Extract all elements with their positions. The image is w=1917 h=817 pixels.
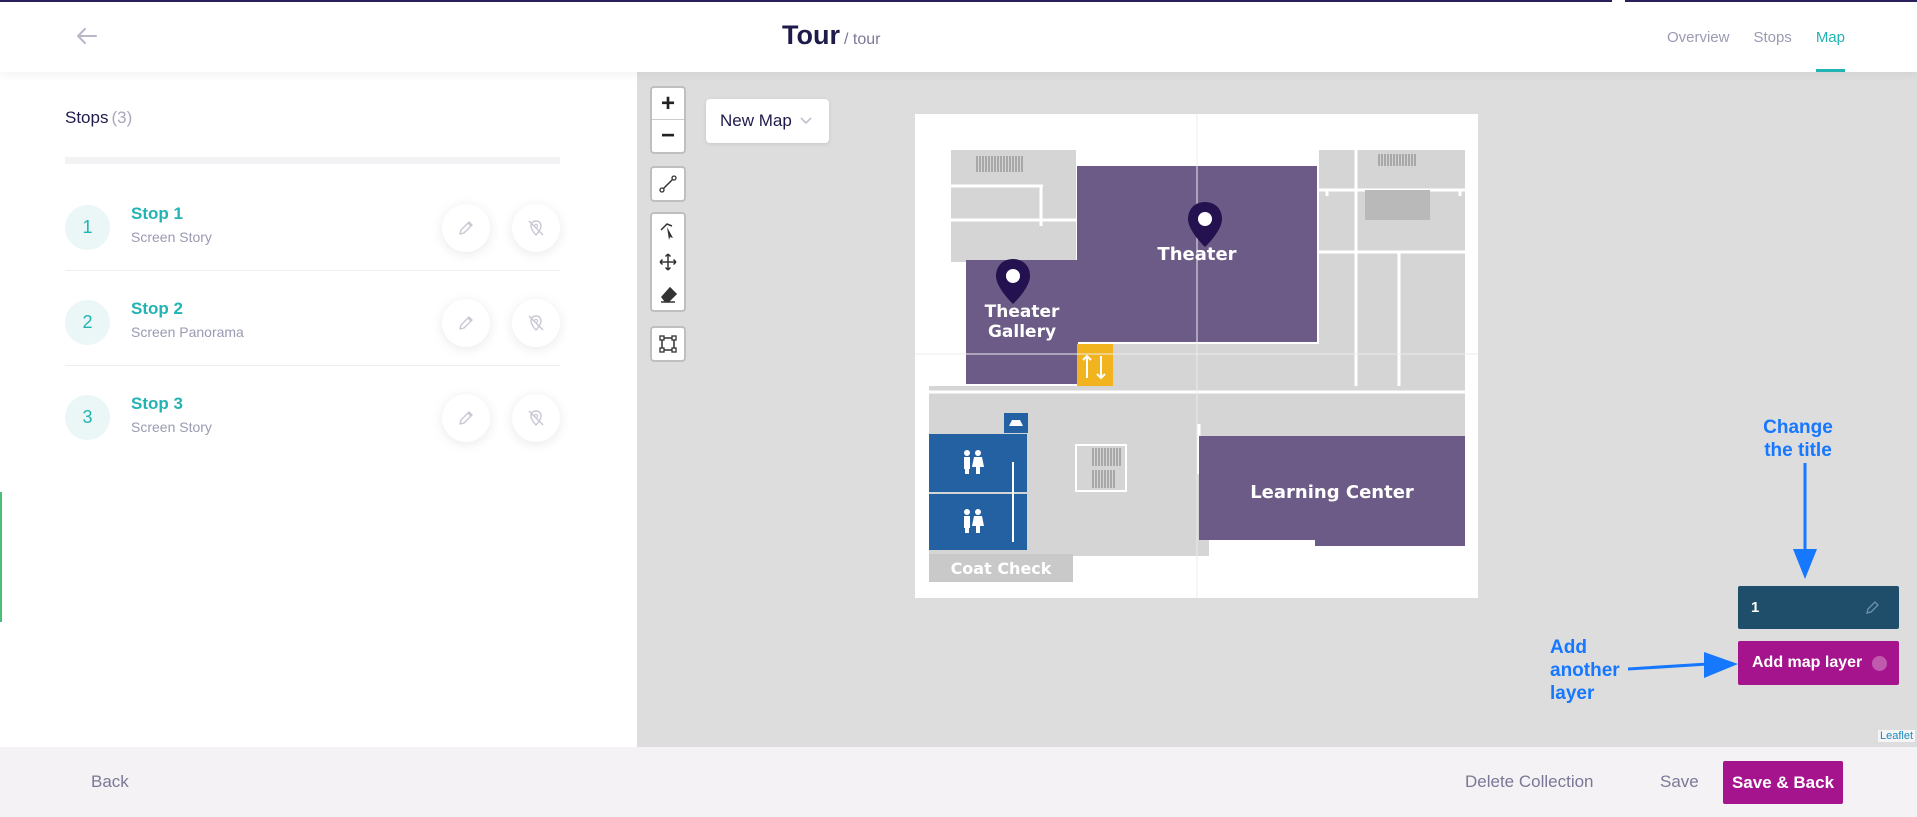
- pencil-icon: [459, 316, 473, 330]
- edit-stop-button[interactable]: [442, 204, 490, 252]
- stop-type: Screen Story: [131, 419, 212, 435]
- annotation-add-layer: Add another layer: [1550, 636, 1624, 705]
- map-layer-item[interactable]: 1: [1738, 586, 1899, 629]
- tab-overview[interactable]: Overview: [1667, 0, 1730, 72]
- annotation-text: another: [1550, 660, 1620, 681]
- room-gallery-line1: Theater: [985, 302, 1060, 322]
- tab-map[interactable]: Map: [1815, 0, 1846, 72]
- floor-plan: Theater Theater Gallery Learning Center …: [915, 114, 1478, 598]
- plus-icon: [1872, 656, 1887, 671]
- bounding-box-icon: [659, 335, 677, 353]
- annotation-text: layer: [1550, 683, 1595, 704]
- stops-count: (3): [111, 108, 133, 127]
- back-arrow-icon[interactable]: [74, 24, 100, 48]
- chevron-down-icon: [800, 117, 812, 125]
- erase-button[interactable]: [652, 278, 684, 310]
- stop-row[interactable]: 3 Stop 3 Screen Story: [65, 366, 560, 461]
- stops-heading: Stops (3): [65, 108, 132, 128]
- stop-number: 1: [65, 205, 110, 250]
- location-off-icon: [528, 220, 544, 236]
- room-gallery-line2: Gallery: [988, 322, 1056, 342]
- annotation-text: the title: [1764, 440, 1832, 461]
- tab-stops[interactable]: Stops: [1753, 0, 1791, 72]
- leaflet-attribution[interactable]: Leaflet: [1877, 730, 1915, 742]
- stops-title: Stops: [65, 108, 109, 127]
- edit-vertices-button[interactable]: [652, 214, 684, 246]
- zoom-in-button[interactable]: +: [652, 88, 684, 120]
- top-border: [0, 0, 1612, 2]
- stops-sidebar: Stops (3) 1 Stop 1 Screen Story 2 Stop 2 …: [0, 72, 637, 747]
- zoom-out-button[interactable]: −: [652, 120, 684, 152]
- stop-type: Screen Panorama: [131, 324, 244, 340]
- stop-row[interactable]: 1 Stop 1 Screen Story: [65, 176, 560, 271]
- left-edge-accent: [0, 492, 2, 622]
- pencil-icon: [459, 221, 473, 235]
- page-subtitle: / tour: [843, 31, 881, 48]
- stop-name[interactable]: Stop 3: [131, 394, 183, 414]
- delete-collection-button[interactable]: Delete Collection: [1465, 772, 1594, 792]
- draw-tool-group: [650, 166, 686, 202]
- stop-number: 3: [65, 395, 110, 440]
- add-map-layer-button[interactable]: Add map layer: [1738, 641, 1899, 685]
- polyline-icon: [659, 175, 677, 193]
- map-layer-name: 1: [1751, 599, 1760, 616]
- edit-stop-button[interactable]: [442, 299, 490, 347]
- annotation-text: Change: [1763, 417, 1833, 438]
- draw-line-button[interactable]: [652, 168, 684, 200]
- stop-row[interactable]: 2 Stop 2 Screen Panorama: [65, 271, 560, 366]
- annotation-change-title: Change the title: [1740, 416, 1856, 462]
- save-and-back-button[interactable]: Save & Back: [1723, 761, 1843, 804]
- top-nav: Overview Stops Map: [1667, 0, 1846, 72]
- stop-number: 2: [65, 300, 110, 345]
- hide-stop-button[interactable]: [512, 204, 560, 252]
- edit-vertices-icon: [660, 223, 673, 240]
- footer-bar: Back Delete Collection Save Save & Back: [0, 747, 1917, 817]
- page-title: Tour: [782, 20, 840, 50]
- pencil-icon[interactable]: [1865, 599, 1881, 615]
- move-icon: [659, 253, 677, 271]
- back-button[interactable]: Back: [91, 772, 129, 792]
- room-coat-check: Coat Check: [951, 559, 1052, 578]
- hide-stop-button[interactable]: [512, 299, 560, 347]
- room-learning-center: Learning Center: [1250, 482, 1414, 503]
- save-button[interactable]: Save: [1660, 772, 1699, 792]
- hide-stop-button[interactable]: [512, 394, 560, 442]
- map-select-value: New Map: [720, 111, 792, 130]
- zoom-control: + −: [650, 86, 686, 154]
- transform-button[interactable]: [652, 328, 684, 360]
- add-map-layer-label: Add map layer: [1752, 654, 1863, 671]
- page-title-group: Tour / tour: [782, 20, 880, 51]
- stop-type: Screen Story: [131, 229, 212, 245]
- room-theater: Theater: [1157, 244, 1236, 265]
- map-canvas[interactable]: + − New Map Theater Theater Gallery Lear…: [637, 72, 1917, 747]
- annotation-text: Add: [1550, 637, 1587, 658]
- map-select-dropdown[interactable]: New Map: [706, 99, 829, 143]
- pencil-icon: [459, 411, 473, 425]
- edit-tool-group: [650, 212, 686, 312]
- move-button[interactable]: [652, 246, 684, 278]
- edit-stop-button[interactable]: [442, 394, 490, 442]
- app-header: Tour / tour Overview Stops Map: [0, 0, 1917, 72]
- stop-name[interactable]: Stop 2: [131, 299, 183, 319]
- stop-name[interactable]: Stop 1: [131, 204, 183, 224]
- stops-divider: [65, 157, 560, 164]
- location-off-icon: [528, 410, 544, 426]
- annotation-arrow-down-icon: [1793, 463, 1817, 579]
- annotation-arrow-right-icon: [1628, 652, 1738, 678]
- transform-tool-group: [650, 326, 686, 362]
- location-off-icon: [528, 315, 544, 331]
- eraser-icon: [661, 286, 678, 303]
